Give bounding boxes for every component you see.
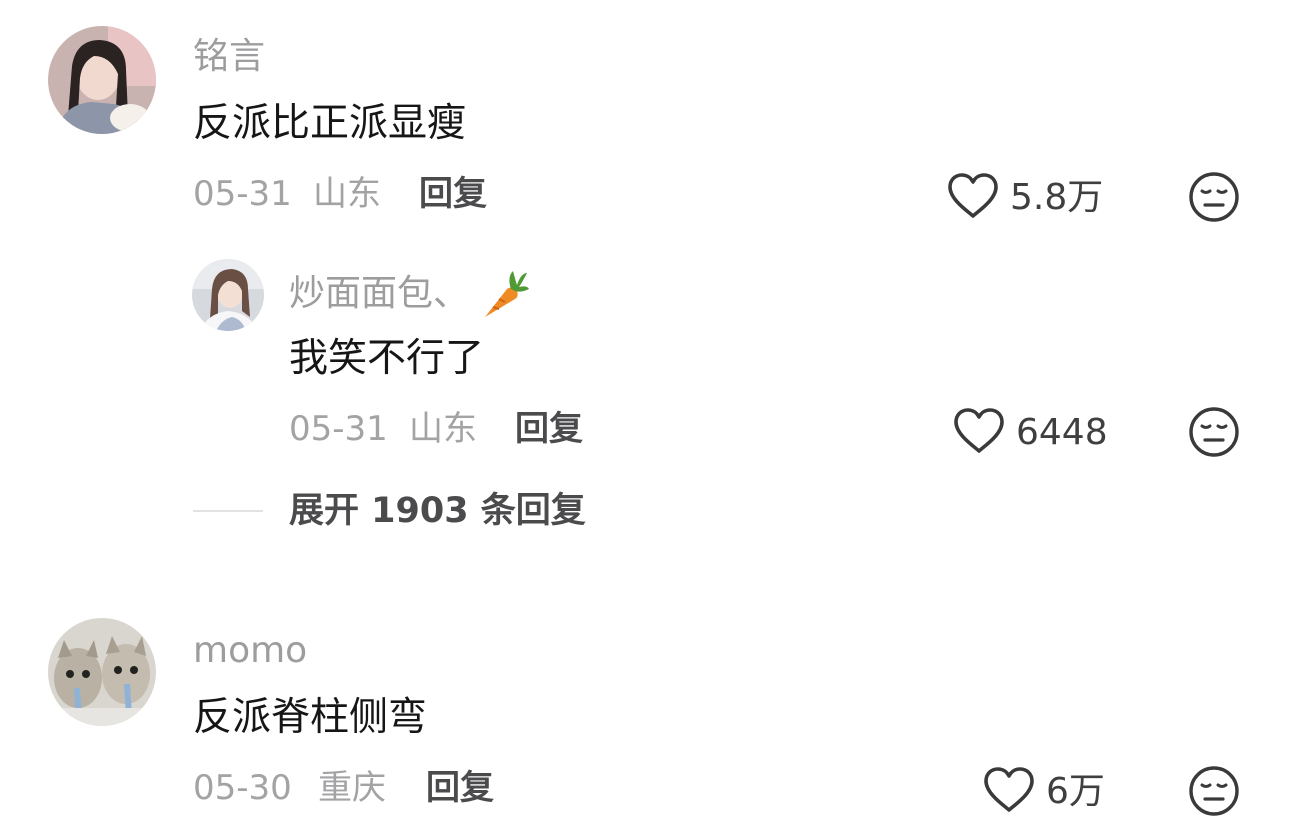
heart-outline-icon: [982, 766, 1036, 818]
comment-text: 反派脊柱侧弯: [193, 695, 428, 740]
comment-item: momo 反派脊柱侧弯 05-30 重庆 回复 6万: [0, 0, 1290, 821]
comment-location: 重庆: [318, 768, 386, 808]
reply-button[interactable]: 回复: [426, 766, 494, 810]
neutral-face-icon[interactable]: [1188, 765, 1240, 817]
comment-username[interactable]: momo: [193, 629, 307, 673]
like-button[interactable]: 6万: [982, 766, 1105, 818]
comment-date: 05-30: [193, 768, 292, 808]
avatar[interactable]: [48, 618, 156, 726]
like-count: 6万: [1046, 771, 1105, 812]
